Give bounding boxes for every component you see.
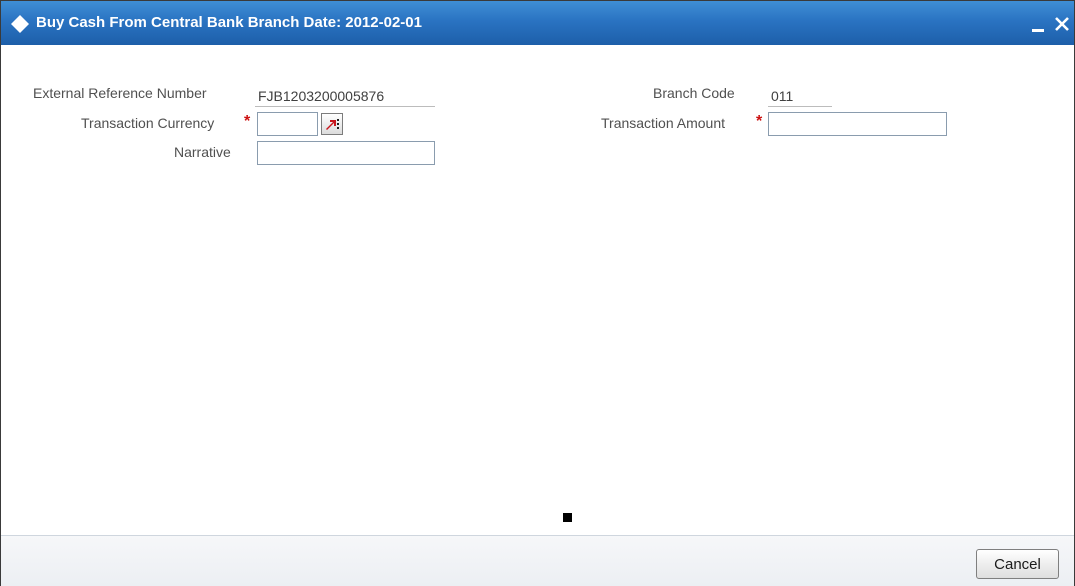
external-reference-value: FJB1203200005876 bbox=[255, 87, 435, 107]
cancel-button[interactable]: Cancel bbox=[976, 549, 1059, 579]
form-area: External Reference Number FJB12032000058… bbox=[1, 45, 1074, 535]
transaction-amount-required-mark: * bbox=[756, 113, 763, 130]
narrative-input[interactable] bbox=[257, 141, 435, 165]
window-titlebar[interactable]: Buy Cash From Central Bank Branch Date: … bbox=[1, 1, 1074, 45]
diamond-icon bbox=[11, 15, 29, 33]
transaction-currency-label: Transaction Currency bbox=[81, 115, 215, 131]
window-title: Buy Cash From Central Bank Branch Date: … bbox=[36, 14, 422, 31]
transaction-amount-label: Transaction Amount bbox=[601, 115, 725, 131]
transaction-currency-lov-button[interactable] bbox=[321, 113, 343, 135]
close-icon[interactable] bbox=[1053, 15, 1071, 33]
transaction-currency-required-mark: * bbox=[244, 113, 251, 130]
external-reference-label: External Reference Number bbox=[33, 85, 207, 101]
narrative-label: Narrative bbox=[174, 144, 231, 160]
buy-cash-window: Buy Cash From Central Bank Branch Date: … bbox=[0, 0, 1075, 586]
lov-search-icon bbox=[326, 119, 339, 130]
focus-marker bbox=[563, 513, 572, 522]
minimize-icon[interactable] bbox=[1031, 20, 1045, 34]
branch-code-value: 011 bbox=[768, 87, 832, 107]
footer-bar: Cancel bbox=[1, 535, 1074, 586]
transaction-amount-input[interactable] bbox=[768, 112, 947, 136]
transaction-currency-input[interactable] bbox=[257, 112, 318, 136]
branch-code-label: Branch Code bbox=[653, 85, 735, 101]
